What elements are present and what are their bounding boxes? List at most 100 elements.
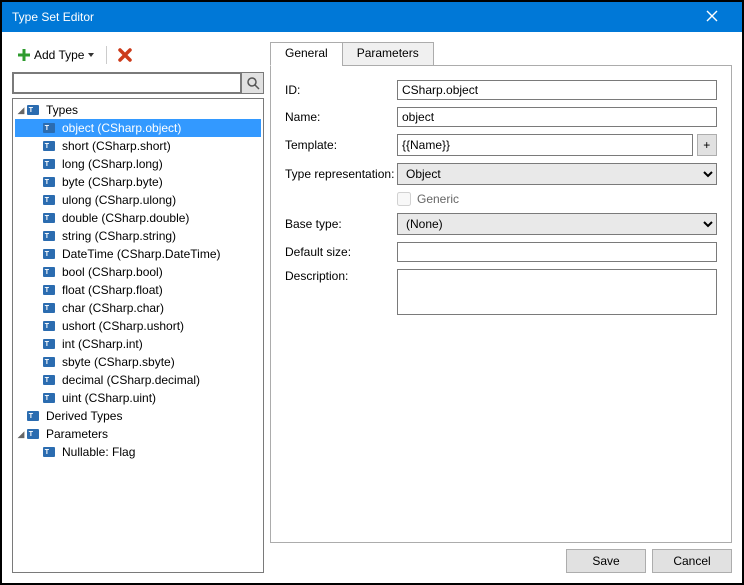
folder-icon [27,103,43,117]
tree-item[interactable]: float (CSharp.float) [15,281,261,299]
id-label: ID: [285,83,397,97]
tree-node-types[interactable]: ◢ Types [15,101,261,119]
type-icon [43,247,59,261]
content: Add Type [2,32,742,583]
size-field[interactable] [397,242,717,262]
tab-general[interactable]: General [270,42,343,66]
tree-item[interactable]: bool (CSharp.bool) [15,263,261,281]
tree-item-label: decimal (CSharp.decimal) [62,373,200,387]
cancel-button[interactable]: Cancel [652,549,732,573]
tree-label: Derived Types [46,409,122,423]
type-tree[interactable]: ◢ Types object (CSharp.object) short (CSh… [12,98,264,573]
toolbar-separator [106,46,107,64]
template-add-button[interactable]: + [697,134,717,156]
search-icon [246,76,260,90]
search-input[interactable] [13,73,241,93]
tree-item[interactable]: ushort (CSharp.ushort) [15,317,261,335]
tree-item[interactable]: char (CSharp.char) [15,299,261,317]
expand-icon[interactable]: ◢ [15,429,27,440]
dropdown-arrow-icon [87,51,95,59]
right-panel: General Parameters ID: Name: Template: [270,42,732,573]
tree-item-label: bool (CSharp.bool) [62,265,163,279]
tree-node-parameters[interactable]: ◢ Parameters [15,425,261,443]
base-label: Base type: [285,217,397,231]
tree-item-label: double (CSharp.double) [62,211,189,225]
repr-label: Type representation: [285,167,397,181]
tree-item-label: uint (CSharp.uint) [62,391,156,405]
type-icon [43,157,59,171]
param-icon [43,445,59,459]
tree-item-label: float (CSharp.float) [62,283,163,297]
name-field[interactable] [397,107,717,127]
type-icon [43,175,59,189]
tree-item[interactable]: ulong (CSharp.ulong) [15,191,261,209]
type-icon [43,121,59,135]
tree-item[interactable]: Nullable: Flag [15,443,261,461]
type-icon [43,355,59,369]
tree-item-label: long (CSharp.long) [62,157,163,171]
template-label: Template: [285,138,397,152]
tree-item[interactable]: int (CSharp.int) [15,335,261,353]
tree-item[interactable]: long (CSharp.long) [15,155,261,173]
tree-item-label: object (CSharp.object) [62,121,181,135]
tree-item[interactable]: DateTime (CSharp.DateTime) [15,245,261,263]
delete-button[interactable] [113,45,137,65]
window-title: Type Set Editor [12,10,692,24]
add-type-button[interactable]: Add Type [12,45,100,65]
titlebar: Type Set Editor [2,2,742,32]
tree-node-derived[interactable]: Derived Types [15,407,261,425]
tree-item-label: short (CSharp.short) [62,139,171,153]
tree-item-label: ushort (CSharp.ushort) [62,319,184,333]
desc-field[interactable] [397,269,717,315]
type-icon [43,193,59,207]
tree-item-label: ulong (CSharp.ulong) [62,193,176,207]
tree-item-label: string (CSharp.string) [62,229,176,243]
tree-item[interactable]: object (CSharp.object) [15,119,261,137]
left-panel: Add Type [12,42,264,573]
tree-label: Types [46,103,78,117]
tree-item-label: int (CSharp.int) [62,337,143,351]
tree-item[interactable]: double (CSharp.double) [15,209,261,227]
tab-parameters[interactable]: Parameters [342,42,434,66]
type-icon [43,319,59,333]
tree-item[interactable]: short (CSharp.short) [15,137,261,155]
folder-icon [27,409,43,423]
plus-icon [17,48,31,62]
repr-select[interactable]: Object [397,163,717,185]
tree-item[interactable]: byte (CSharp.byte) [15,173,261,191]
desc-label: Description: [285,269,397,283]
tree-item-label: DateTime (CSharp.DateTime) [62,247,220,261]
generic-label: Generic [417,192,459,206]
size-label: Default size: [285,245,397,259]
type-icon [43,373,59,387]
template-field[interactable] [397,134,693,156]
generic-checkbox[interactable] [397,192,411,206]
tab-strip: General Parameters [270,42,732,66]
search-button[interactable] [241,73,263,93]
save-button[interactable]: Save [566,549,646,573]
tree-item-label: byte (CSharp.byte) [62,175,163,189]
general-panel: ID: Name: Template: + [270,65,732,543]
tree-item[interactable]: sbyte (CSharp.sbyte) [15,353,261,371]
base-select[interactable]: (None) [397,213,717,235]
close-icon[interactable] [692,9,732,25]
expand-icon[interactable]: ◢ [15,105,27,116]
main: Add Type [12,42,732,573]
type-set-editor-window: Type Set Editor Add Type [0,0,744,585]
type-icon [43,301,59,315]
tree-item[interactable]: uint (CSharp.uint) [15,389,261,407]
folder-icon [27,427,43,441]
type-icon [43,211,59,225]
name-label: Name: [285,110,397,124]
tree-item[interactable]: string (CSharp.string) [15,227,261,245]
type-icon [43,229,59,243]
toolbar: Add Type [12,42,264,68]
type-icon [43,265,59,279]
type-icon [43,283,59,297]
id-field[interactable] [397,80,717,100]
type-icon [43,139,59,153]
tree-item[interactable]: decimal (CSharp.decimal) [15,371,261,389]
tree-label: Parameters [46,427,108,441]
type-icon [43,391,59,405]
add-type-label: Add Type [34,48,84,62]
